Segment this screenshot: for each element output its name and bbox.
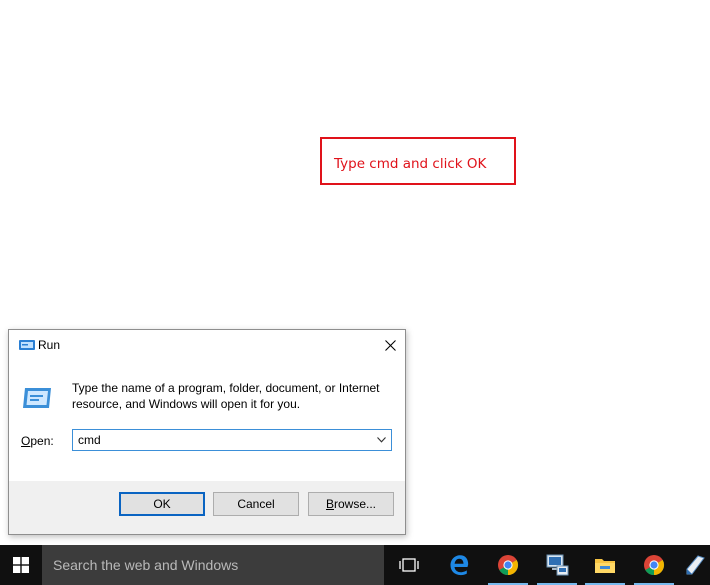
dialog-titlebar[interactable]: Run — [9, 330, 405, 360]
close-icon — [384, 339, 396, 351]
open-label-rest: pen: — [30, 434, 54, 448]
file-explorer-icon — [595, 559, 615, 573]
run-dialog: Run Type the name of a program, folder, … — [8, 329, 406, 535]
dialog-description: Type the name of a program, folder, docu… — [72, 381, 380, 411]
search-placeholder: Search the web and Windows — [53, 557, 239, 573]
close-button[interactable] — [375, 330, 405, 360]
remote-desktop-icon — [546, 554, 569, 576]
chrome-icon — [644, 555, 665, 576]
start-button[interactable] — [0, 545, 42, 585]
run-icon — [19, 340, 35, 350]
cancel-button[interactable]: Cancel — [213, 492, 299, 516]
run-program-icon — [23, 388, 51, 408]
chevron-down-icon — [376, 437, 386, 443]
taskbar-pen-app[interactable] — [680, 545, 710, 585]
dialog-body: Type the name of a program, folder, docu… — [9, 360, 405, 481]
pen-icon — [686, 555, 705, 575]
dropdown-button[interactable] — [373, 432, 389, 448]
taskbar-edge[interactable] — [435, 545, 483, 585]
instruction-callout: Type cmd and click OK — [320, 137, 516, 185]
taskbar-file-explorer[interactable] — [581, 545, 629, 585]
browse-button[interactable]: Browse... — [308, 492, 394, 516]
open-combobox[interactable]: cmd — [72, 429, 392, 451]
open-input[interactable]: cmd — [78, 433, 101, 447]
taskbar: Search the web and Windows — [0, 545, 710, 585]
browse-label-rest: rowse... — [334, 497, 377, 511]
taskbar-chrome-1[interactable] — [484, 545, 532, 585]
task-view-button[interactable] — [385, 545, 433, 585]
dialog-title: Run — [38, 338, 61, 352]
open-label: Open: — [21, 434, 54, 448]
ok-button[interactable]: OK — [119, 492, 205, 516]
browse-mnemonic: B — [325, 497, 334, 511]
taskbar-remote-desktop[interactable] — [533, 545, 581, 585]
edge-icon — [450, 555, 469, 576]
instruction-text: Type cmd and click OK — [334, 156, 487, 172]
windows-start-icon — [13, 557, 29, 573]
chrome-icon — [498, 555, 519, 576]
taskbar-chrome-2[interactable] — [630, 545, 678, 585]
taskbar-search-box[interactable]: Search the web and Windows — [42, 545, 384, 585]
open-label-mnemonic: O — [21, 434, 31, 448]
task-view-icon — [399, 558, 419, 572]
